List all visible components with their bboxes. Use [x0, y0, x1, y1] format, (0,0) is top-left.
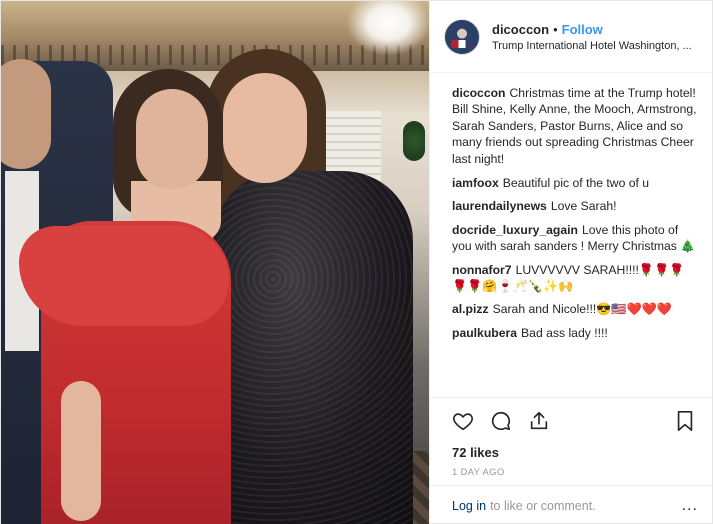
action-spacer: [564, 408, 660, 434]
comment-text: Love Sarah!: [550, 199, 617, 214]
comment-item: iamfoox Beautiful pic of the two of u: [452, 175, 698, 191]
instagram-post: dicoccon • Follow Trump International Ho…: [0, 0, 713, 524]
woman-left-arm: [61, 381, 101, 521]
comment-username-link[interactable]: docride_luxury_again: [452, 223, 578, 237]
comment-username-link[interactable]: paulkubera: [452, 326, 517, 340]
post-photo[interactable]: [1, 1, 429, 524]
like-count[interactable]: 72 likes: [430, 443, 712, 463]
comment-item: docride_luxury_again Love this photo of y…: [452, 222, 698, 255]
avatar[interactable]: [444, 18, 480, 55]
comment-username-link[interactable]: al.pizz: [452, 302, 489, 316]
comment-item: al.pizz Sarah and Nicole!!!😎🇺🇸❤️❤️❤️: [452, 301, 698, 317]
sequin-texture: [213, 171, 413, 524]
post-header: dicoccon • Follow Trump International Ho…: [430, 1, 712, 73]
christmas-wreath: [403, 121, 425, 161]
comment-item: laurendailynews Love Sarah!: [452, 198, 698, 214]
comment-username-link[interactable]: iamfoox: [452, 176, 499, 190]
woman-left-face: [136, 89, 208, 189]
heart-icon[interactable]: [450, 408, 476, 434]
comments-list[interactable]: dicoccon Christmas time at the Trump hote…: [430, 73, 712, 397]
comment-text: Sarah and Nicole!!!😎🇺🇸❤️❤️❤️: [492, 302, 673, 317]
header-separator: •: [553, 21, 558, 37]
comment-item: paulkubera Bad ass lady !!!!: [452, 325, 698, 341]
login-link[interactable]: Log in: [452, 499, 486, 513]
login-prompt-text: to like or comment.: [490, 498, 596, 513]
flag-icon: [451, 39, 473, 48]
location-link[interactable]: Trump International Hotel Washington, ..…: [492, 40, 700, 52]
bookmark-icon[interactable]: [672, 408, 698, 434]
post-caption: dicoccon Christmas time at the Trump hote…: [452, 85, 698, 167]
header-line: dicoccon • Follow: [492, 22, 700, 37]
post-side-panel: dicoccon • Follow Trump International Ho…: [429, 1, 712, 524]
comment-text: Beautiful pic of the two of u: [502, 176, 650, 191]
red-dress-ruffle: [19, 226, 229, 326]
header-username-link[interactable]: dicoccon: [492, 22, 549, 37]
follow-button[interactable]: Follow: [562, 22, 603, 37]
login-bar: Log in to like or comment. ...: [430, 485, 712, 524]
chandelier: [346, 1, 429, 56]
comment-text: Bad ass lady !!!!: [521, 325, 608, 340]
action-bar: [430, 397, 712, 443]
share-icon[interactable]: [526, 408, 552, 434]
comment-username-link[interactable]: nonnafor7: [452, 263, 512, 277]
comment-icon[interactable]: [488, 408, 514, 434]
comment-username-link[interactable]: laurendailynews: [452, 199, 547, 213]
caption-username-link[interactable]: dicoccon: [452, 86, 506, 100]
man-head: [1, 59, 51, 169]
header-text: dicoccon • Follow Trump International Ho…: [492, 22, 700, 52]
more-options-icon[interactable]: ...: [682, 497, 698, 515]
woman-right-face: [223, 73, 307, 183]
post-timestamp[interactable]: 1 DAY AGO: [430, 463, 712, 485]
comment-item: nonnafor7 LUVVVVVV SARAH!!!!🌹🌹🌹🌹🌹🤗🍷🥂🍾✨🙌: [452, 262, 698, 295]
